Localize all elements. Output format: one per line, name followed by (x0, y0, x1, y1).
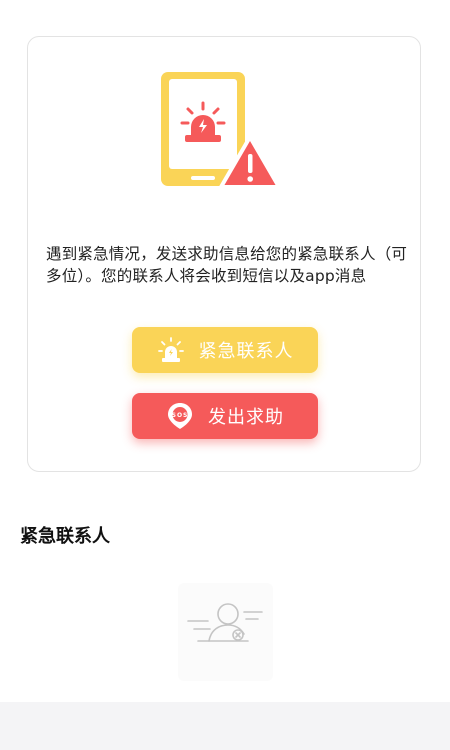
sos-badge-text: SOS (172, 412, 189, 419)
send-help-button-label: 发出求助 (208, 407, 284, 428)
bottom-bar (0, 702, 450, 750)
emergency-description: 遇到紧急情况，发送求助信息给您的紧急联系人（可多位）。您的联系人将会收到短信以及… (46, 245, 408, 285)
sos-location-pin-icon: SOS (168, 403, 192, 429)
emergency-contacts-button-label: 紧急联系人 (198, 341, 294, 362)
siren-icon (157, 337, 184, 362)
empty-contacts-placeholder (178, 583, 273, 681)
no-contact-icon (187, 603, 263, 642)
emergency-contacts-section-title: 紧急联系人 (20, 526, 110, 547)
phone-alarm-warning-icon (161, 72, 281, 189)
emergency-card: 遇到紧急情况，发送求助信息给您的紧急联系人（可多位）。您的联系人将会收到短信以及… (27, 36, 421, 472)
send-help-button[interactable]: SOS 发出求助 (132, 393, 318, 439)
emergency-contacts-button[interactable]: 紧急联系人 (132, 327, 318, 373)
